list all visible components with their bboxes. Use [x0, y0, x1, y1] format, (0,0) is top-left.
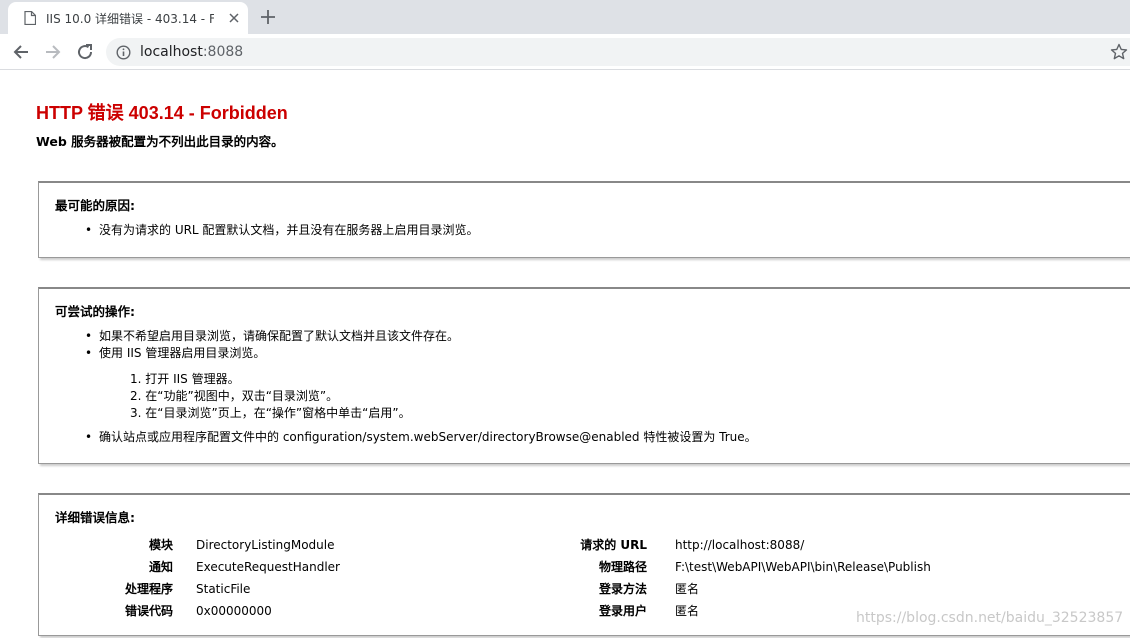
- detail-value: StaticFile: [196, 582, 251, 596]
- url-port: :8088: [202, 44, 244, 60]
- action-item: 使用 IIS 管理器启用目录浏览。: [85, 345, 265, 361]
- document-icon: [24, 11, 36, 25]
- detail-label: 登录方法: [598, 582, 647, 596]
- cause-item: 没有为请求的 URL 配置默认文档，并且没有在服务器上启用目录浏览。: [85, 222, 478, 238]
- new-tab-icon[interactable]: [258, 7, 278, 27]
- bookmark-star-icon[interactable]: [1110, 43, 1128, 61]
- url-text[interactable]: localhost:8088: [140, 44, 243, 60]
- browser-toolbar: localhost:8088: [0, 34, 1130, 70]
- error-title: HTTP 错误 403.14 - Forbidden: [36, 103, 288, 123]
- detail-label: 错误代码: [124, 604, 173, 618]
- actions-heading: 可尝试的操作:: [55, 304, 135, 319]
- action-step: 1. 打开 IIS 管理器。: [130, 372, 240, 386]
- action-item: 如果不希望启用目录浏览，请确保配置了默认文档并且该文件存在。: [85, 328, 459, 344]
- detail-value: ExecuteRequestHandler: [196, 560, 340, 574]
- detail-value: http://localhost:8088/: [675, 538, 805, 552]
- browser-tab[interactable]: IIS 10.0 详细错误 - 403.14 - Forbidden: [8, 2, 248, 34]
- detail-label: 请求的 URL: [580, 538, 647, 552]
- action-item: 确认站点或应用程序配置文件中的 configuration/system.web…: [85, 429, 757, 445]
- actions-box: 可尝试的操作: 如果不希望启用目录浏览，请确保配置了默认文档并且该文件存在。 使…: [38, 287, 1130, 464]
- details-heading: 详细错误信息:: [55, 510, 135, 525]
- detail-value: F:\test\WebAPI\WebAPI\bin\Release\Publis…: [675, 560, 931, 574]
- action-step: 3. 在“目录浏览”页上，在“操作”窗格中单击“启用”。: [130, 406, 411, 420]
- url-host: localhost: [140, 44, 203, 60]
- page-content: HTTP 错误 403.14 - Forbidden Web 服务器被配置为不列…: [0, 71, 1130, 638]
- back-arrow-icon[interactable]: [11, 42, 31, 62]
- detail-label: 处理程序: [124, 582, 173, 596]
- tab-strip: IIS 10.0 详细错误 - 403.14 - Forbidden: [0, 0, 1130, 34]
- detail-label: 登录用户: [598, 604, 647, 618]
- action-step: 2. 在“功能”视图中，双击“目录浏览”。: [130, 389, 339, 403]
- reload-icon[interactable]: [75, 42, 95, 62]
- detail-label: 物理路径: [598, 560, 647, 574]
- error-subtitle: Web 服务器被配置为不列出此目录的内容。: [36, 134, 284, 149]
- watermark: https://blog.csdn.net/baidu_32523857: [856, 610, 1124, 626]
- detail-label: 通知: [148, 560, 173, 574]
- detail-label: 模块: [148, 538, 173, 552]
- detail-value: 0x00000000: [196, 604, 272, 618]
- forward-arrow-icon[interactable]: [43, 42, 63, 62]
- cause-box: 最可能的原因: 没有为请求的 URL 配置默认文档，并且没有在服务器上启用目录浏…: [38, 181, 1130, 258]
- detail-value: 匿名: [675, 604, 700, 618]
- info-icon[interactable]: [116, 45, 131, 60]
- cause-heading: 最可能的原因:: [55, 198, 135, 213]
- close-icon[interactable]: [226, 10, 242, 26]
- detail-value: DirectoryListingModule: [196, 538, 335, 552]
- address-bar[interactable]: localhost:8088: [106, 38, 1130, 66]
- detail-value: 匿名: [675, 582, 700, 596]
- tab-title: IIS 10.0 详细错误 - 403.14 - Forbidden: [46, 12, 214, 26]
